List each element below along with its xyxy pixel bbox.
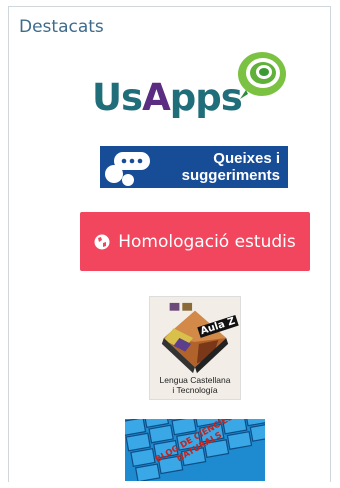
- usapps-link[interactable]: UsApps: [92, 50, 286, 120]
- panel-title: Destacats: [19, 17, 104, 37]
- chat-bubbles-icon: [100, 146, 162, 188]
- swirl-logo-icon: [238, 52, 286, 99]
- ciencies-naturals-link[interactable]: BLOG DE CIÈNCIES NATURALS: [125, 419, 265, 481]
- queixes-suggeriments-link[interactable]: Queixes i suggeriments: [100, 146, 288, 188]
- usapps-logo-text: UsApps: [92, 76, 243, 119]
- aula-z-caption: Lengua Castellana i Tecnología: [159, 375, 231, 395]
- aula-z-cube-image: [161, 302, 229, 374]
- globe-icon: [94, 234, 110, 249]
- homologacio-estudis-button[interactable]: Homologació estudis: [80, 212, 310, 271]
- homologacio-label: Homologació estudis: [118, 231, 296, 252]
- queixes-text: Queixes i suggeriments: [181, 150, 280, 184]
- aula-z-link[interactable]: Aula Z Lengua Castellana i Tecnología: [149, 296, 241, 400]
